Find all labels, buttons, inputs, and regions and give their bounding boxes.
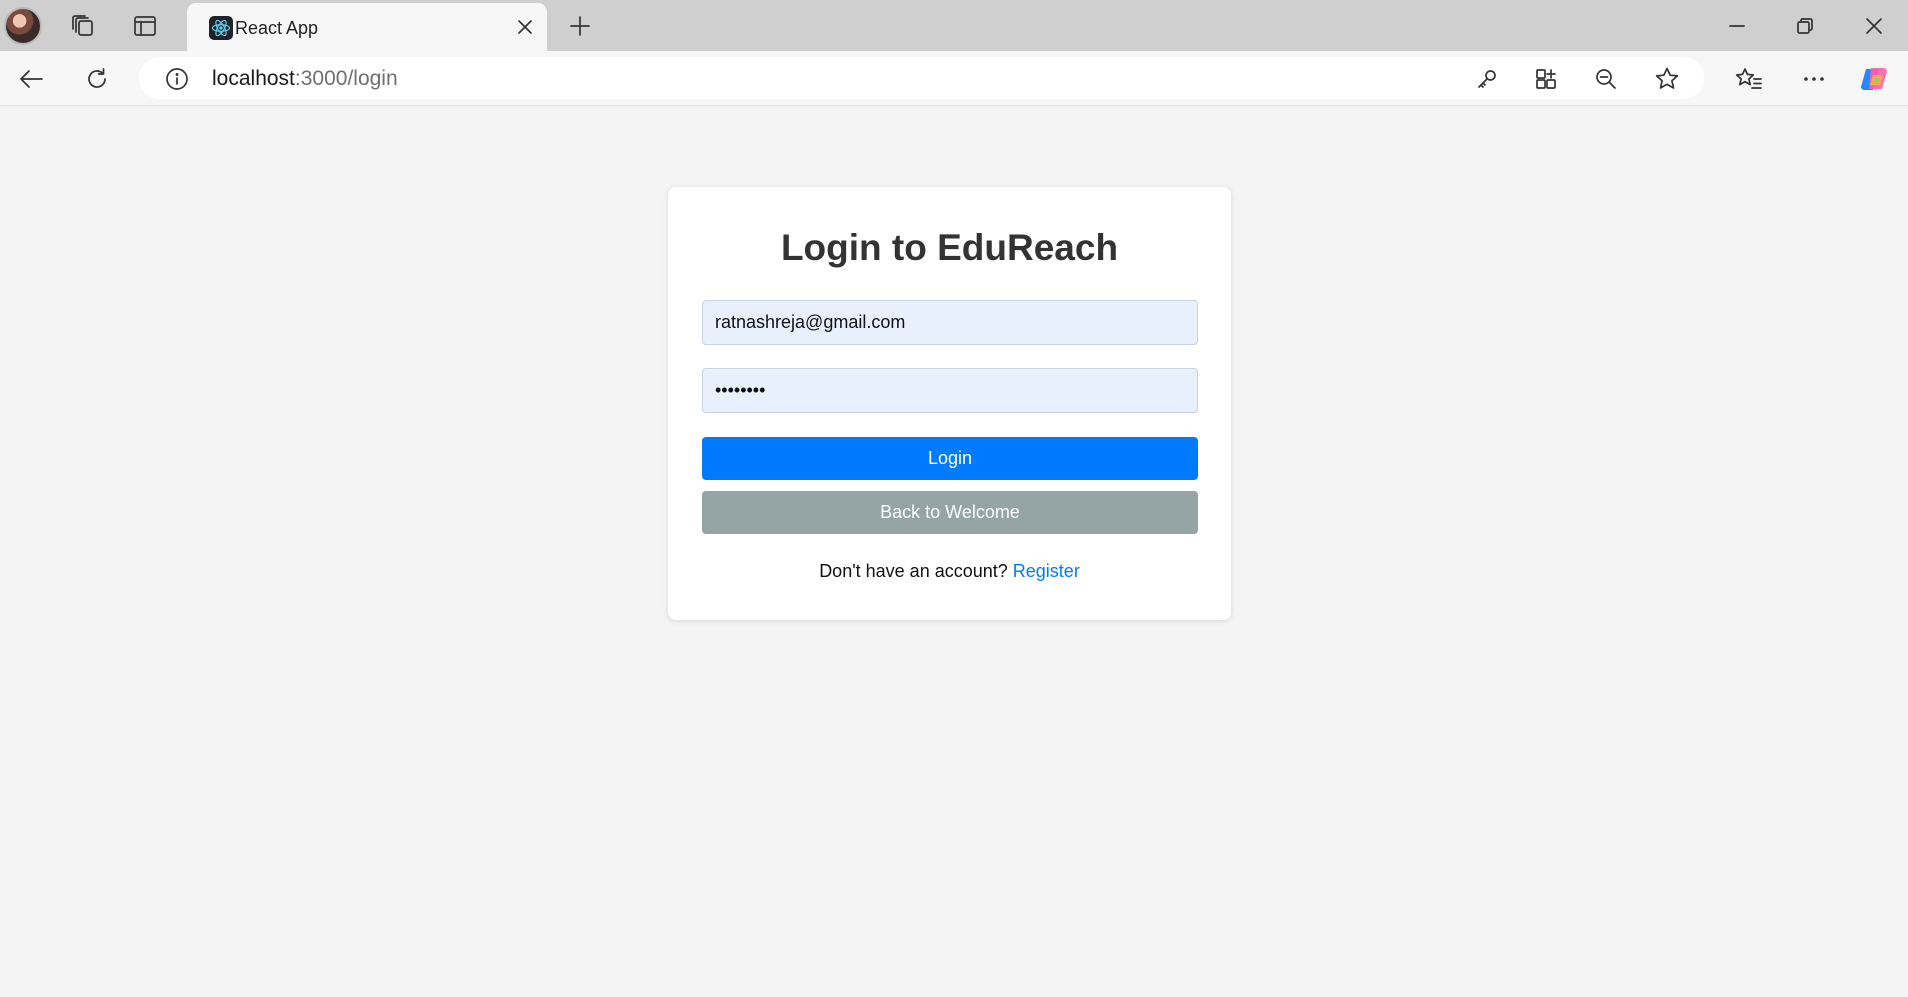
login-button[interactable]: Login <box>702 437 1198 480</box>
tab-react-app[interactable]: React App <box>187 3 547 51</box>
page-viewport: Login to EduReach Login Back to Welcome … <box>0 107 1908 997</box>
address-path: :3000/login <box>294 67 398 90</box>
tab-title: React App <box>235 18 319 38</box>
new-tab-plus-icon[interactable] <box>565 11 595 41</box>
login-card: Login to EduReach Login Back to Welcome … <box>668 187 1231 620</box>
more-icon[interactable] <box>1798 63 1830 95</box>
vertical-tabs-icon[interactable] <box>131 13 159 39</box>
zoom-out-icon[interactable] <box>1592 65 1620 93</box>
refresh-icon[interactable] <box>80 63 114 95</box>
copilot-icon[interactable] <box>1857 61 1893 97</box>
register-prompt: Don't have an account? Register <box>668 561 1231 582</box>
tab-bar: React App <box>0 0 1908 51</box>
react-icon <box>209 16 233 40</box>
workspaces-icon[interactable] <box>68 13 98 39</box>
browser-toolbar: localhost:3000/login <box>0 51 1908 106</box>
register-link[interactable]: Register <box>1013 561 1080 581</box>
address-host: localhost <box>212 67 295 90</box>
close-window-icon[interactable] <box>1859 12 1889 40</box>
back-to-welcome-button[interactable]: Back to Welcome <box>702 491 1198 534</box>
favorites-icon[interactable] <box>1733 63 1765 95</box>
email-field[interactable] <box>702 300 1198 345</box>
profile-avatar[interactable] <box>4 7 42 45</box>
address-bar[interactable]: localhost:3000/login <box>139 57 1704 99</box>
address-url[interactable]: localhost:3000/login <box>212 67 398 91</box>
no-account-text: Don't have an account? <box>819 561 1008 581</box>
restore-icon[interactable] <box>1790 12 1820 40</box>
password-field[interactable] <box>702 368 1198 413</box>
info-icon[interactable] <box>164 66 190 92</box>
apps-icon[interactable] <box>1532 65 1560 93</box>
page-title: Login to EduReach <box>780 227 1119 268</box>
star-icon[interactable] <box>1652 64 1682 94</box>
back-arrow-icon[interactable] <box>14 63 48 95</box>
key-icon[interactable] <box>1473 65 1501 93</box>
minimize-icon[interactable] <box>1722 12 1752 40</box>
close-tab-icon[interactable] <box>513 15 537 39</box>
